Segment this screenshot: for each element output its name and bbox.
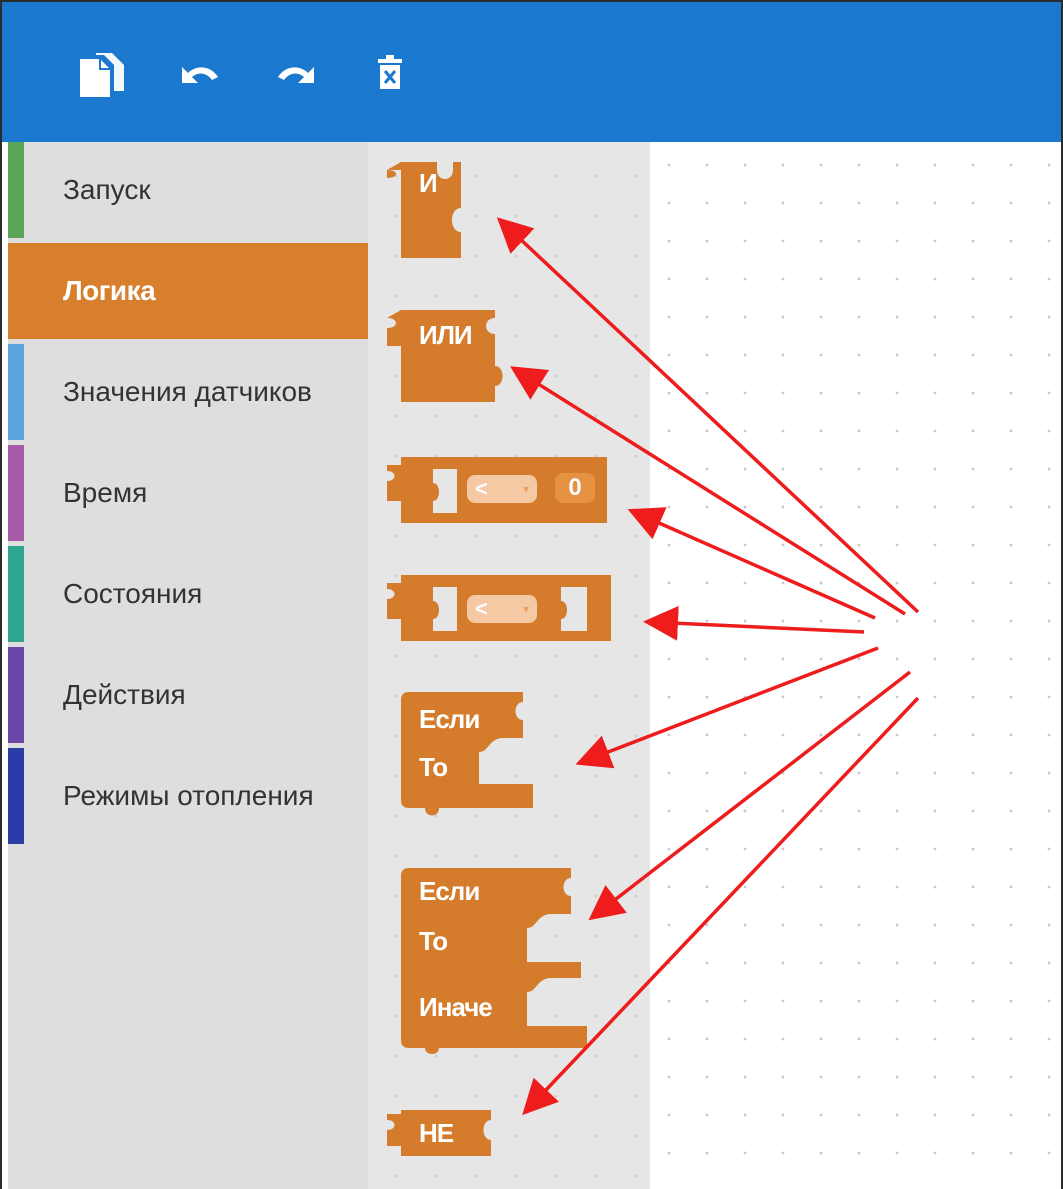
category-item[interactable]: Запуск	[8, 142, 368, 238]
and-block-label: И	[419, 168, 438, 198]
logic-if-then-block[interactable]: Если То	[399, 690, 539, 820]
operator-value: <	[475, 596, 488, 621]
logic-or-block[interactable]: ИЛИ	[383, 306, 523, 408]
logic-not-block[interactable]: НЕ	[383, 1106, 503, 1160]
category-label: Состояния	[63, 578, 203, 609]
category-item[interactable]: Значения датчиков	[8, 344, 368, 440]
category-item[interactable]: Состояния	[8, 546, 368, 642]
then-label: То	[419, 926, 448, 956]
category-sidebar: Запуск Логика Значения датчиков Время Состоя…	[8, 142, 368, 1189]
frame-left	[0, 0, 2, 1189]
category-label: Время	[63, 477, 148, 508]
toolbar	[0, 0, 1063, 142]
copy-icon[interactable]	[72, 45, 132, 105]
if-label: Если	[419, 704, 480, 734]
operator-dropdown[interactable]: < ▾	[467, 475, 537, 503]
category-color-stripe	[8, 445, 24, 541]
delete-icon[interactable]	[366, 45, 426, 105]
operator-value: <	[475, 476, 488, 501]
frame-top	[0, 0, 1063, 2]
dropdown-arrow-icon: ▾	[522, 602, 529, 616]
category-color-stripe	[8, 344, 24, 440]
logic-compare-number-block[interactable]: < ▾ 0	[383, 455, 611, 527]
category-item[interactable]: Логика	[8, 243, 368, 339]
category-color-stripe	[8, 142, 24, 238]
category-label: Запуск	[63, 174, 151, 205]
operator-dropdown[interactable]: < ▾	[467, 595, 537, 623]
logic-compare-block[interactable]: < ▾	[383, 573, 615, 645]
category-color-stripe	[8, 647, 24, 743]
then-label: То	[419, 752, 448, 782]
undo-icon[interactable]	[172, 45, 232, 105]
category-color-stripe	[8, 748, 24, 844]
number-field[interactable]: 0	[555, 473, 595, 503]
category-item[interactable]: Действия	[8, 647, 368, 743]
category-color-stripe	[8, 243, 24, 339]
category-label: Логика	[63, 275, 156, 306]
category-color-stripe	[8, 546, 24, 642]
workspace-canvas[interactable]	[650, 142, 1063, 1189]
or-block-label: ИЛИ	[419, 320, 473, 350]
category-label: Действия	[63, 679, 186, 710]
dropdown-arrow-icon: ▾	[522, 482, 529, 496]
category-item[interactable]: Режимы отопления	[8, 748, 368, 844]
redo-icon[interactable]	[264, 45, 324, 105]
if-label: Если	[419, 876, 480, 906]
category-label: Значения датчиков	[63, 376, 312, 407]
logic-and-block[interactable]: И	[383, 158, 483, 260]
category-item[interactable]: Время	[8, 445, 368, 541]
else-label: Иначе	[419, 992, 493, 1022]
category-label: Режимы отопления	[63, 780, 314, 811]
not-block-label: НЕ	[419, 1118, 454, 1148]
logic-if-then-else-block[interactable]: Если То Иначе	[399, 866, 589, 1056]
